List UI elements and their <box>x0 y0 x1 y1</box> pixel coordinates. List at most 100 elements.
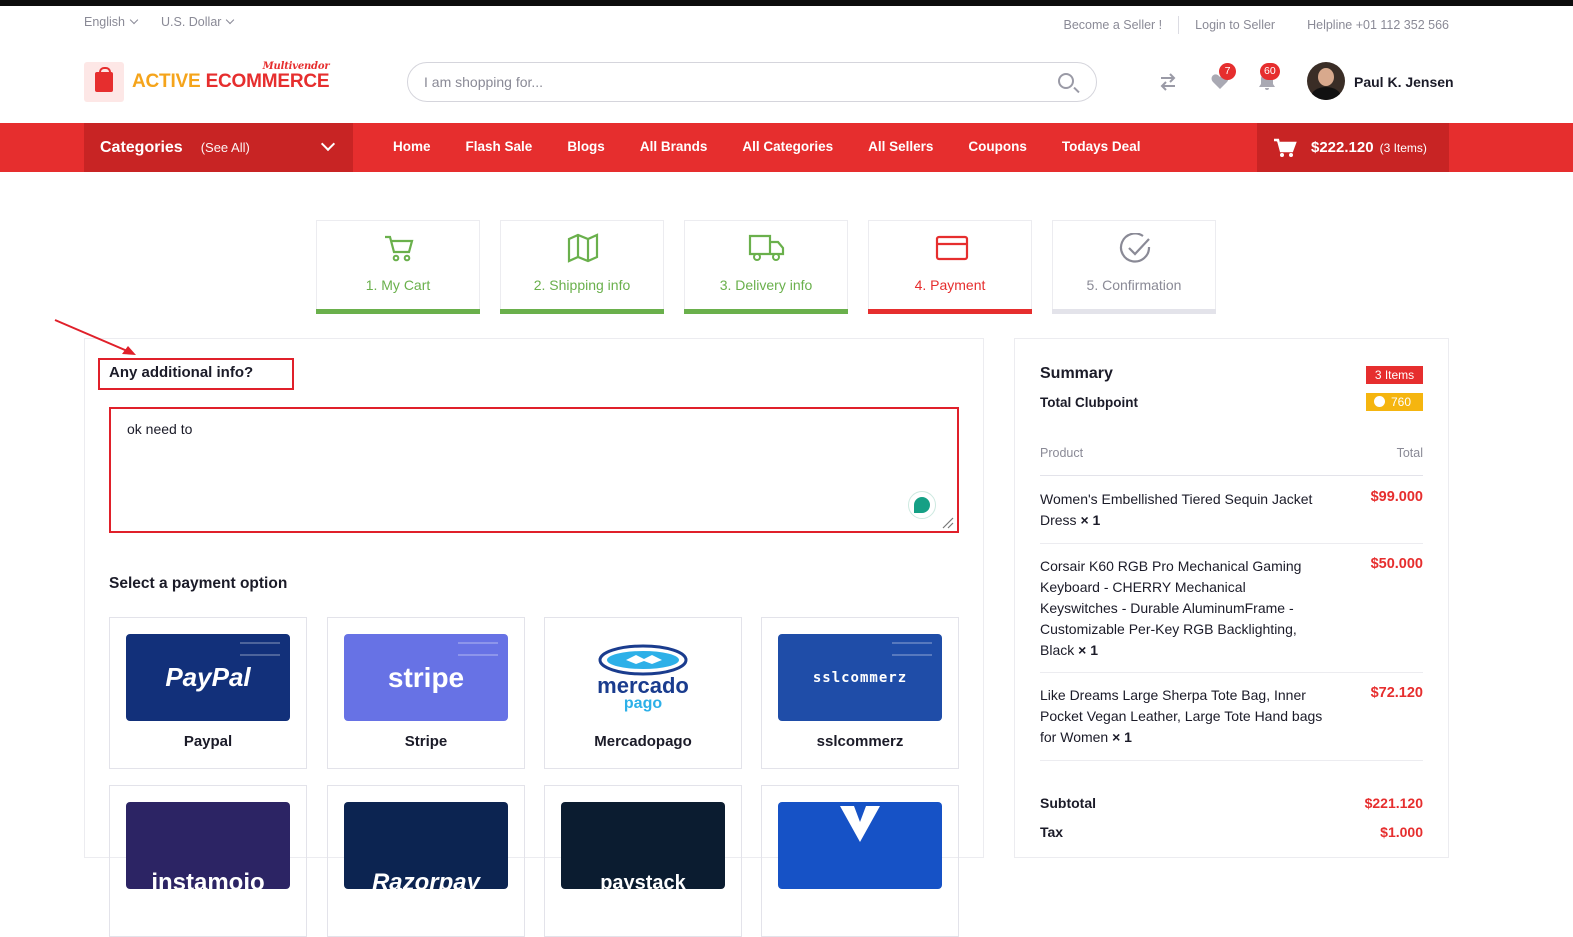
subtotal-row: Subtotal $221.120 <box>1040 795 1423 811</box>
table-row: Women's Embellished Tiered Sequin Jacket… <box>1040 489 1423 544</box>
payment-option-stripe[interactable]: stripe Stripe <box>327 617 525 769</box>
grammarly-icon[interactable] <box>908 491 936 519</box>
product-name: Like Dreams Large Sherpa Tote Bag, Inner… <box>1040 687 1323 745</box>
product-qty: × 1 <box>1078 642 1098 658</box>
payment-option-mercadopago[interactable]: mercado pago Mercadopago <box>544 617 742 769</box>
logo-text-active: ACTIVE <box>132 71 206 92</box>
brand-mark-icon <box>840 806 880 842</box>
nav-all-sellers[interactable]: All Sellers <box>868 139 933 154</box>
clubpoint-badge: 760 <box>1366 393 1423 411</box>
header: Multivendor ACTIVE ECOMMERCE 7 60 Paul K… <box>0 42 1573 122</box>
nav-coupons[interactable]: Coupons <box>968 139 1027 154</box>
col-product: Product <box>1040 446 1084 460</box>
step-progress-bar <box>316 309 480 314</box>
compare-icon[interactable] <box>1158 73 1178 91</box>
payment-option-paystack[interactable]: paystack <box>544 785 742 937</box>
map-icon <box>567 233 599 263</box>
payment-brand-logo <box>778 802 942 889</box>
step-label: 4. Payment <box>914 277 986 293</box>
payment-option-label: sslcommerz <box>816 733 904 750</box>
payment-option-instamojo[interactable]: instamojo <box>109 785 307 937</box>
step-shipping-info[interactable]: 2. Shipping info <box>500 220 664 314</box>
payment-option-8[interactable] <box>761 785 959 937</box>
categories-dropdown[interactable]: Categories (See All) <box>84 123 353 172</box>
step-payment[interactable]: 4. Payment <box>868 220 1032 314</box>
tax-value: $1.000 <box>1380 824 1423 840</box>
paystack-logo-text: paystack <box>600 872 686 889</box>
logo-subtitle: Multivendor <box>262 61 330 72</box>
main-navbar: Categories (See All) Home Flash Sale Blo… <box>0 123 1573 172</box>
additional-info-textarea[interactable]: ok need to <box>109 407 959 533</box>
step-progress-bar <box>868 309 1032 314</box>
summary-title: Summary <box>1040 365 1113 382</box>
logo-text-ecommerce: ECOMMERCE <box>205 71 330 92</box>
payment-option-heading: Select a payment option <box>109 575 288 592</box>
nav-all-categories[interactable]: All Categories <box>742 139 833 154</box>
nav-todays-deal[interactable]: Todays Deal <box>1062 139 1141 154</box>
user-name[interactable]: Paul K. Jensen <box>1354 74 1454 90</box>
shopping-bag-icon <box>84 62 124 102</box>
user-avatar[interactable] <box>1307 62 1345 100</box>
step-my-cart[interactable]: 1. My Cart <box>316 220 480 314</box>
step-label: 3. Delivery info <box>719 277 813 293</box>
summary-table-header: Product Total <box>1040 446 1423 476</box>
see-all-link[interactable]: (See All) <box>201 140 250 155</box>
payment-option-sslcommerz[interactable]: sslcommerz sslcommerz <box>761 617 959 769</box>
check-circle-icon <box>1119 233 1151 263</box>
cart-button[interactable]: $222.120 (3 Items) <box>1257 123 1449 172</box>
step-delivery-info[interactable]: 3. Delivery info <box>684 220 848 314</box>
delivery-truck-icon <box>748 234 785 261</box>
nav-home[interactable]: Home <box>393 139 431 154</box>
coin-icon <box>1374 396 1385 407</box>
step-progress-bar <box>500 309 664 314</box>
search-icon[interactable] <box>1058 73 1074 89</box>
items-count-badge: 3 Items <box>1366 366 1423 384</box>
categories-label: Categories <box>100 138 183 156</box>
subtotal-label: Subtotal <box>1040 795 1096 811</box>
product-qty: × 1 <box>1080 512 1101 528</box>
currency-selector[interactable]: U.S. Dollar <box>161 15 233 29</box>
paystack-logo: paystack <box>561 802 725 889</box>
instamojo-logo: instamojo <box>126 802 290 889</box>
step-label: 2. Shipping info <box>533 277 631 293</box>
paypal-logo-text: PayPal <box>165 662 251 692</box>
step-label: 1. My Cart <box>365 277 431 293</box>
step-progress-bar <box>1052 309 1216 314</box>
handshake-icon <box>598 644 688 675</box>
payment-option-label: Mercadopago <box>594 733 692 750</box>
payment-option-label: Paypal <box>183 733 233 750</box>
payment-option-paypal[interactable]: PayPal Paypal <box>109 617 307 769</box>
checkout-steps: 1. My Cart 2. Shipping info 3. Delivery … <box>316 220 1216 314</box>
payment-option-label: Stripe <box>404 733 448 750</box>
credit-card-icon <box>935 235 969 261</box>
subtotal-value: $221.120 <box>1364 795 1423 811</box>
clubpoint-value: 760 <box>1391 395 1412 409</box>
nav-flash-sale[interactable]: Flash Sale <box>466 139 533 154</box>
step-confirmation[interactable]: 5. Confirmation <box>1052 220 1216 314</box>
product-total: $99.000 <box>1370 489 1423 505</box>
payment-option-razorpay[interactable]: Razorpay <box>327 785 525 937</box>
annotation-arrow-icon <box>54 319 136 355</box>
product-qty: × 1 <box>1112 729 1132 745</box>
stripe-logo-text: stripe <box>387 661 465 693</box>
login-seller-link[interactable]: Login to Seller <box>1195 18 1275 32</box>
site-logo[interactable]: Multivendor ACTIVE ECOMMERCE <box>84 61 330 102</box>
product-total: $50.000 <box>1370 556 1423 572</box>
resize-handle-icon[interactable] <box>940 515 954 529</box>
nav-all-brands[interactable]: All Brands <box>640 139 708 154</box>
cart-icon <box>385 235 414 262</box>
language-selector[interactable]: English <box>84 15 137 29</box>
mercadopago-logo-sub: pago <box>623 694 663 712</box>
cart-total: $222.120 <box>1311 139 1374 156</box>
nav-blogs[interactable]: Blogs <box>567 139 605 154</box>
become-seller-link[interactable]: Become a Seller ! <box>1064 18 1163 32</box>
sslcommerz-logo-text: sslcommerz <box>812 669 908 686</box>
mercadopago-logo: mercado pago <box>561 634 725 721</box>
step-progress-bar <box>684 309 848 314</box>
search-input[interactable] <box>424 74 1024 90</box>
wishlist-count-badge: 7 <box>1219 63 1236 80</box>
additional-info-heading: Any additional info? <box>109 364 254 381</box>
notification-count-badge: 60 <box>1260 63 1280 80</box>
cart-icon <box>1274 138 1297 157</box>
top-bar: English U.S. Dollar Become a Seller ! Lo… <box>0 6 1573 42</box>
